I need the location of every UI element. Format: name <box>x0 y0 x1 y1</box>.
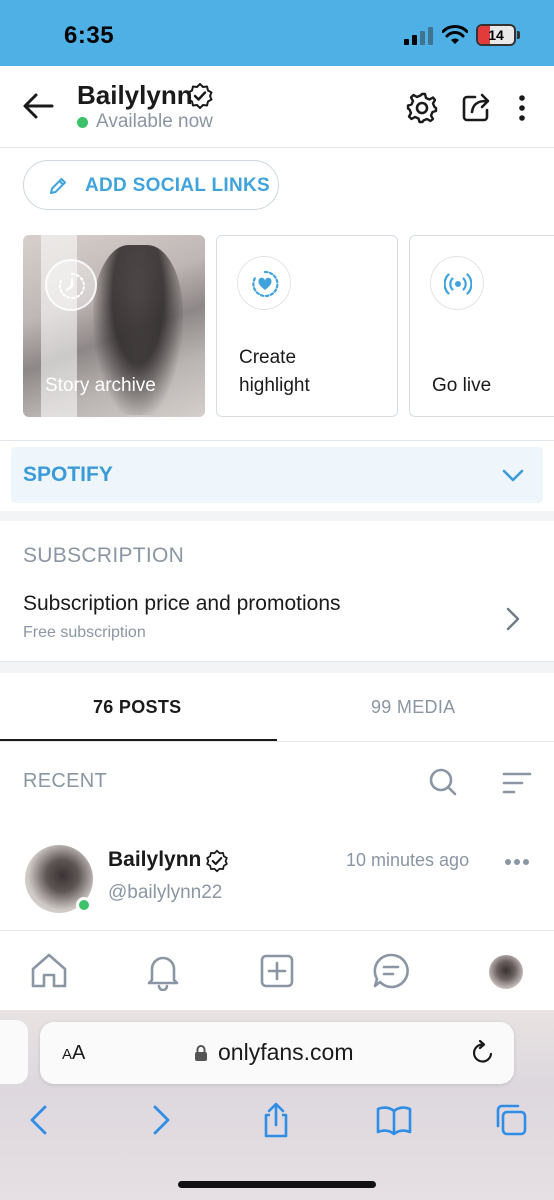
availability-status: Available now <box>96 111 213 132</box>
status-bar: 6:35 14 <box>0 0 554 66</box>
post-author-name[interactable]: Bailylynn <box>108 848 201 872</box>
create-highlight-label-line2: highlight <box>239 375 310 396</box>
tab-media[interactable]: 99 MEDIA <box>371 697 455 718</box>
profile-avatar-nav[interactable] <box>489 955 523 989</box>
highlight-icon-circle <box>237 256 291 310</box>
story-archive-card[interactable]: Story archive <box>23 235 205 417</box>
cellular-signal-icon <box>404 27 433 45</box>
lock-icon <box>195 1045 207 1061</box>
divider <box>0 440 554 441</box>
spotify-label: SPOTIFY <box>23 463 113 486</box>
verified-icon <box>206 849 228 873</box>
subscription-section-title: SUBSCRIPTION <box>23 544 185 567</box>
recent-filter-label[interactable]: RECENT <box>23 770 107 793</box>
story-archive-label: Story archive <box>45 375 156 396</box>
reader-settings-button[interactable]: AA <box>62 1042 85 1065</box>
browser-toolbar: AA onlyfans.com <box>0 1010 554 1200</box>
subscription-row-title: Subscription price and promotions <box>23 592 341 615</box>
section-separator <box>0 511 554 521</box>
more-vertical-icon[interactable] <box>512 94 532 122</box>
reload-icon[interactable] <box>470 1040 496 1066</box>
profile-header: Bailylynn Available now <box>0 66 554 148</box>
pencil-icon <box>50 178 66 194</box>
battery-level: 14 <box>488 27 504 43</box>
tabs-icon[interactable] <box>493 1102 529 1138</box>
address-bar[interactable]: AA onlyfans.com <box>40 1022 514 1084</box>
back-arrow-icon[interactable] <box>22 92 54 120</box>
section-separator <box>0 661 554 673</box>
bottom-navigation <box>0 930 554 1010</box>
divider <box>0 741 554 742</box>
search-icon[interactable] <box>428 767 458 797</box>
message-icon[interactable] <box>371 951 411 991</box>
forward-icon[interactable] <box>142 1102 178 1138</box>
plus-square-icon[interactable] <box>257 951 297 991</box>
heart-icon <box>252 270 279 298</box>
battery-tip <box>517 31 520 39</box>
spotify-section-toggle[interactable]: SPOTIFY <box>11 447 543 503</box>
sort-icon[interactable] <box>502 770 532 796</box>
broadcast-icon <box>444 273 472 295</box>
add-social-links-button[interactable]: ADD SOCIAL LINKS <box>23 160 279 210</box>
go-live-card[interactable]: Go live <box>409 235 554 417</box>
wifi-icon <box>442 25 468 44</box>
archive-icon-circle <box>45 259 97 311</box>
tab-posts[interactable]: 76 POSTS <box>93 697 181 718</box>
more-horizontal-icon[interactable] <box>504 858 530 866</box>
chevron-down-icon <box>502 469 524 482</box>
gear-icon[interactable] <box>406 92 438 124</box>
go-live-label: Go live <box>432 375 492 396</box>
previous-tab-preview[interactable] <box>0 1020 28 1084</box>
post-author-handle[interactable]: @bailylynn22 <box>108 882 222 904</box>
create-highlight-label-line1: Create <box>239 347 297 368</box>
back-icon[interactable] <box>22 1102 58 1138</box>
bookmarks-icon[interactable] <box>376 1102 412 1138</box>
online-status-dot <box>76 897 92 913</box>
clock-icon <box>58 272 85 300</box>
battery-icon: 14 <box>476 24 516 46</box>
profile-name: Bailylynn <box>77 80 193 110</box>
subscription-row-subtitle: Free subscription <box>23 624 146 641</box>
url-text: onlyfans.com <box>218 1039 354 1065</box>
add-social-links-label: ADD SOCIAL LINKS <box>85 175 270 196</box>
status-time: 6:35 <box>64 22 115 49</box>
home-indicator[interactable] <box>178 1181 376 1188</box>
verified-icon <box>187 83 213 109</box>
share-sheet-icon[interactable] <box>258 1102 294 1138</box>
bell-icon[interactable] <box>143 951 183 991</box>
post-timestamp: 10 minutes ago <box>346 850 470 870</box>
online-status-dot <box>77 117 88 128</box>
live-icon-circle <box>430 256 484 310</box>
create-highlight-card[interactable]: Create highlight <box>216 235 398 417</box>
home-icon[interactable] <box>29 951 69 991</box>
chevron-right-icon[interactable] <box>504 606 522 632</box>
share-icon[interactable] <box>462 92 494 122</box>
